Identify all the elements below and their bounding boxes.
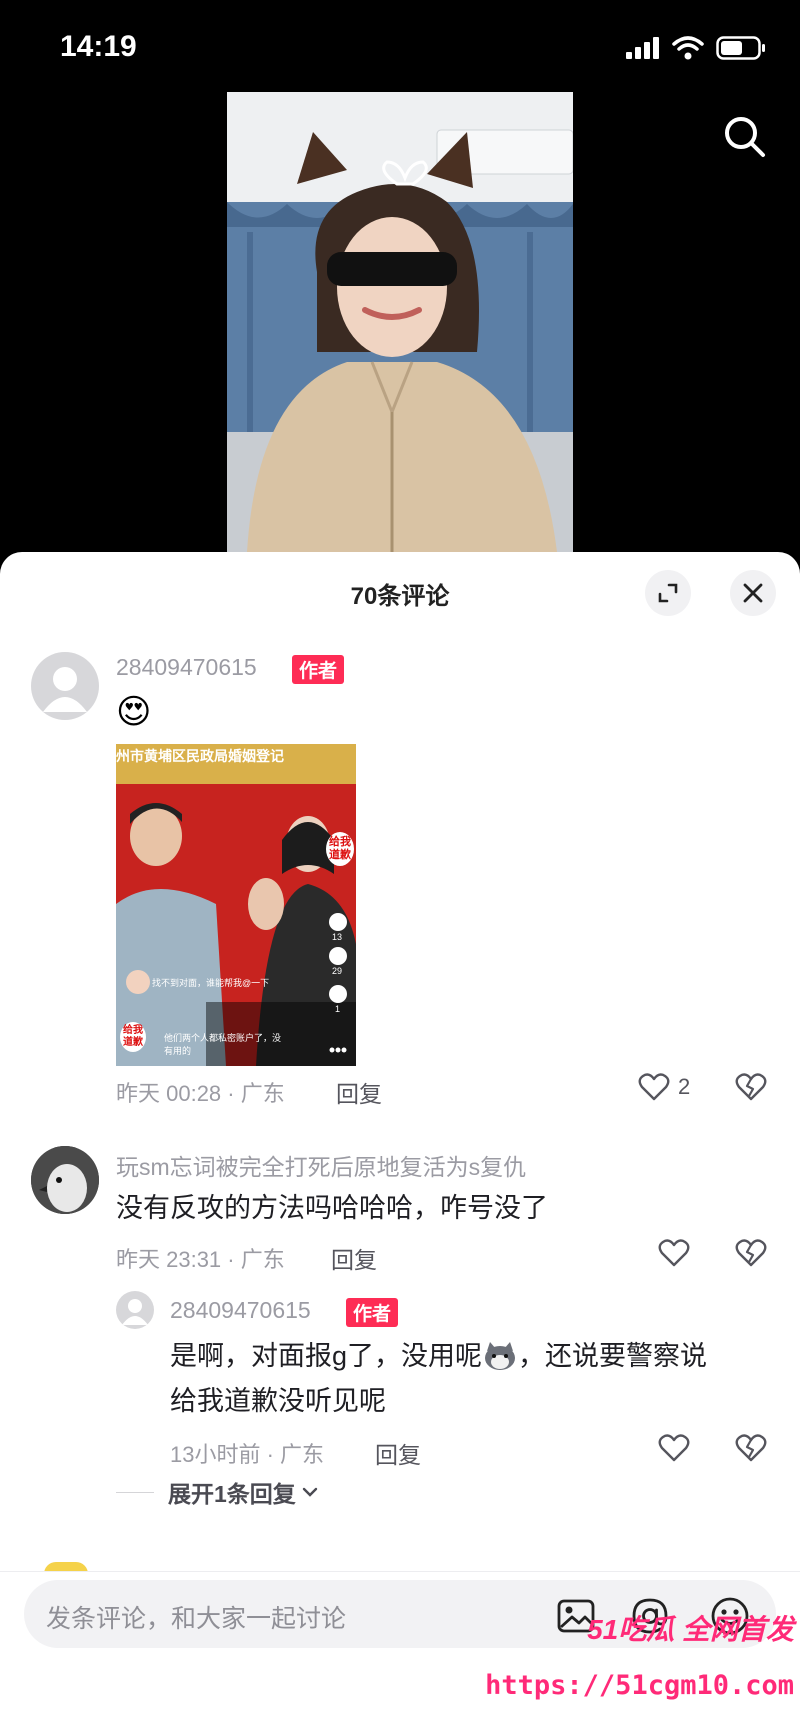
default-avatar-icon [122,1299,148,1325]
avatar[interactable] [31,1146,99,1214]
status-icons [626,36,766,60]
broken-heart-icon [735,1434,767,1462]
image-fav-count: 1 [335,1004,341,1014]
image-button[interactable] [554,1594,598,1638]
comment-image [116,744,356,1066]
sheet-header: 70条评论 [0,552,800,628]
status-bar: 14:19 [0,0,800,90]
comment-username[interactable]: 28409470615 [116,654,257,681]
comment-input[interactable]: 发条评论，和大家一起讨论 [24,1580,776,1648]
status-time: 14:19 [60,30,137,63]
reply-text: 是啊，对面报g了，没用呢 ，还说要警察说 给我道歉没听见呢 [170,1334,770,1424]
comment-time-location: 昨天 23:31 · 广东 [116,1247,285,1272]
signal-icon [626,37,659,59]
at-icon [632,1598,668,1634]
divider [116,1491,154,1493]
like-button[interactable]: 2 [638,1072,690,1102]
comment-text: 没有反攻的方法吗哈哈哈，咋号没了 [116,1193,548,1223]
close-button[interactable] [730,570,776,616]
like-button[interactable] [658,1433,690,1463]
image-overlay-line1: 找不到对面，谁能帮我@一下 [152,978,270,988]
dislike-button[interactable] [735,1072,767,1107]
reply-username[interactable]: 28409470615 [170,1297,311,1324]
video-area[interactable] [0,90,800,552]
heart-icon [658,1434,690,1462]
author-badge: 作者 [292,655,345,684]
reply-button[interactable]: 回复 [336,1075,382,1109]
reply-text-line2: 给我道歉没听见呢 [170,1386,386,1416]
comment-image-card[interactable]: 州市黄埔区民政局婚姻登记 给我道歉 找不到对面，谁能帮我@一下 他们两个人都私密… [116,744,356,1066]
pigeon-avatar-image [31,1146,99,1214]
comment-username[interactable]: 玩sm忘词被完全打死后原地复活为s复仇 [116,1148,526,1182]
heart-icon [638,1073,670,1101]
video-frame-image [227,92,573,552]
close-icon [743,583,763,603]
avatar[interactable] [116,1291,154,1329]
chevron-down-icon [302,1487,317,1497]
mention-button[interactable] [628,1594,672,1638]
image-overlay-line2: 他们两个人都私密账户了，没有用的 [164,1033,282,1056]
broken-heart-icon [735,1239,767,1267]
broken-heart-icon [735,1073,767,1101]
video-frame[interactable] [227,92,573,552]
image-banner-text: 州市黄埔区民政局婚姻登记 [116,748,284,764]
image-icon [557,1599,595,1633]
husky-emoji-icon [482,1340,518,1370]
comment-emoji: 😍 [116,693,152,731]
comment-input-placeholder: 发条评论，和大家一起讨论 [46,1605,347,1633]
comment-input-bar: 发条评论，和大家一起讨论 [0,1571,800,1731]
dislike-button[interactable] [735,1238,767,1273]
expand-button[interactable] [645,570,691,616]
reply-text-line1: 是啊，对面报g了，没用呢 [170,1341,483,1371]
expand-icon [658,583,678,603]
dislike-button[interactable] [735,1433,767,1468]
reply-time-location: 13小时前 · 广东 [170,1442,325,1467]
wifi-icon [672,36,704,60]
reply-text-line1b: ，还说要警察说 [518,1341,708,1371]
search-button[interactable] [720,112,770,162]
smiley-icon [711,1597,749,1635]
expand-replies-label: 展开1条回复 [168,1481,296,1507]
heart-icon [658,1239,690,1267]
emoji-button[interactable] [708,1594,752,1638]
like-count: 2 [678,1074,691,1099]
image-sticker-right: 给我道歉 [326,832,354,866]
author-badge: 作者 [346,1298,399,1327]
image-like-count: 13 [332,932,343,942]
comment-time-location: 昨天 00:28 · 广东 [116,1081,285,1106]
avatar[interactable] [31,652,99,720]
expand-replies-button[interactable]: 展开1条回复 [116,1475,320,1509]
image-sticker-left: 给我道歉 [120,1022,146,1052]
search-icon [725,117,765,157]
default-avatar-icon [43,667,87,712]
like-button[interactable] [658,1238,690,1268]
reply-button[interactable]: 回复 [331,1241,377,1275]
reply-button[interactable]: 回复 [375,1436,421,1470]
image-comment-count: 29 [332,966,343,976]
battery-icon [716,36,765,60]
